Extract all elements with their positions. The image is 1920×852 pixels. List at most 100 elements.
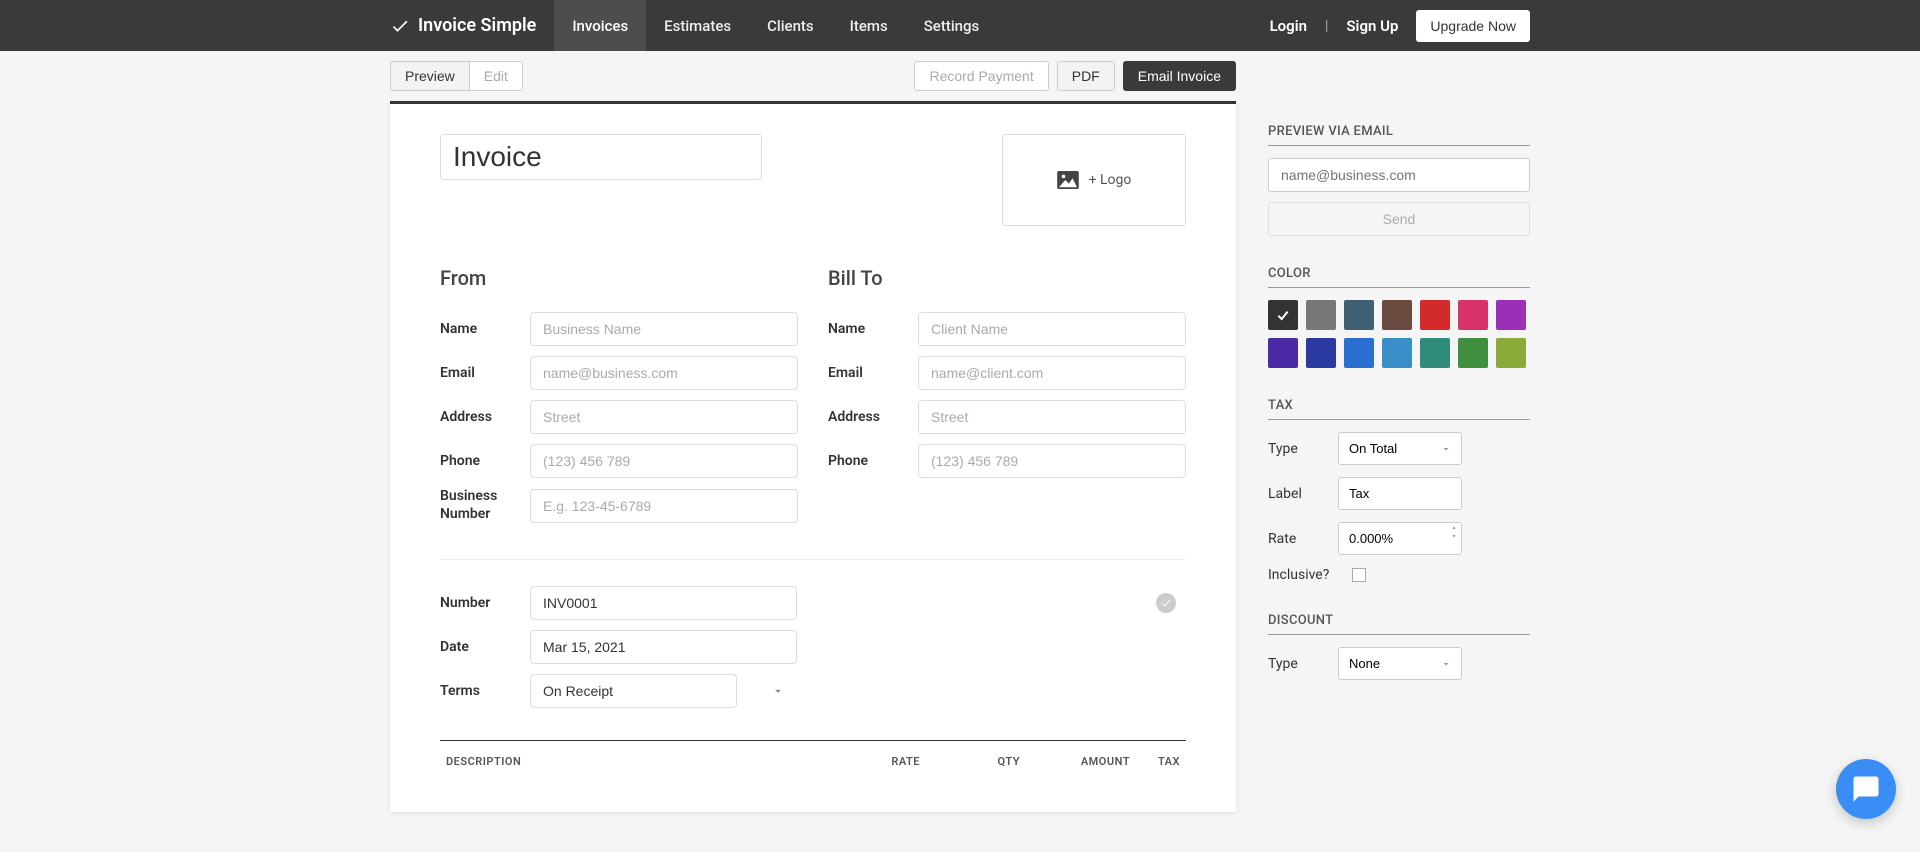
stepper-down-icon[interactable]: [1450, 532, 1458, 540]
top-nav: Invoice Simple Invoices Estimates Client…: [0, 0, 1920, 51]
to-email-input[interactable]: [918, 356, 1186, 390]
to-email-label: Email: [828, 365, 918, 381]
items-header-rate: RATE: [816, 751, 926, 772]
color-swatch[interactable]: [1268, 338, 1298, 368]
preview-button[interactable]: Preview: [390, 61, 470, 91]
color-swatch[interactable]: [1496, 300, 1526, 330]
color-swatch[interactable]: [1420, 300, 1450, 330]
email-invoice-button[interactable]: Email Invoice: [1123, 61, 1236, 91]
tax-type-select[interactable]: [1338, 432, 1462, 465]
color-swatch[interactable]: [1458, 338, 1488, 368]
upgrade-button[interactable]: Upgrade Now: [1416, 10, 1530, 42]
image-icon: [1057, 171, 1079, 189]
terms-select[interactable]: [530, 674, 737, 708]
nav-items[interactable]: Items: [832, 0, 906, 51]
items-header-tax: TAX: [1136, 751, 1186, 772]
items-header-amount: AMOUNT: [1026, 751, 1136, 772]
color-block: COLOR: [1268, 266, 1530, 368]
discount-block: DISCOUNT Type: [1268, 613, 1530, 680]
from-phone-input[interactable]: [530, 444, 798, 478]
to-address-label: Address: [828, 409, 918, 425]
tax-block: TAX Type Label Rate: [1268, 398, 1530, 583]
chevron-down-icon: [771, 684, 785, 698]
preview-email-input[interactable]: [1268, 158, 1530, 192]
to-name-input[interactable]: [918, 312, 1186, 346]
from-name-input[interactable]: [530, 312, 798, 346]
to-name-label: Name: [828, 321, 918, 337]
tax-type-label: Type: [1268, 441, 1338, 457]
items-header-qty: QTY: [926, 751, 1026, 772]
color-swatch[interactable]: [1496, 338, 1526, 368]
toolbar: Preview Edit Record Payment PDF Email In…: [390, 51, 1236, 101]
from-name-label: Name: [440, 321, 530, 337]
nav-clients[interactable]: Clients: [749, 0, 832, 51]
invoice-title-input[interactable]: [440, 134, 762, 180]
add-logo-button[interactable]: + Logo: [1002, 134, 1186, 226]
send-button[interactable]: Send: [1268, 202, 1530, 236]
preview-email-block: PREVIEW VIA EMAIL Send: [1268, 124, 1530, 236]
preview-email-heading: PREVIEW VIA EMAIL: [1268, 124, 1530, 146]
invoice-card: + Logo From Name Email Address: [390, 101, 1236, 812]
color-heading: COLOR: [1268, 266, 1530, 288]
color-swatch[interactable]: [1420, 338, 1450, 368]
from-section: From Name Email Address Phone: [440, 266, 798, 533]
login-link[interactable]: Login: [1270, 17, 1307, 35]
check-icon: [390, 16, 410, 36]
bill-to-section: Bill To Name Email Address Phone: [828, 266, 1186, 533]
color-swatch[interactable]: [1344, 300, 1374, 330]
color-swatch[interactable]: [1306, 338, 1336, 368]
check-icon: [1275, 307, 1291, 323]
from-biznum-input[interactable]: [530, 489, 798, 523]
signup-link[interactable]: Sign Up: [1346, 17, 1398, 35]
color-swatch[interactable]: [1344, 338, 1374, 368]
nav-settings[interactable]: Settings: [906, 0, 998, 51]
tax-label-input[interactable]: [1338, 477, 1462, 510]
from-phone-label: Phone: [440, 453, 530, 469]
number-input[interactable]: [530, 586, 797, 620]
to-phone-input[interactable]: [918, 444, 1186, 478]
color-swatch[interactable]: [1268, 300, 1298, 330]
tax-inclusive-checkbox[interactable]: [1352, 568, 1366, 582]
from-address-label: Address: [440, 409, 530, 425]
tax-rate-label: Rate: [1268, 531, 1338, 547]
to-address-input[interactable]: [918, 400, 1186, 434]
from-biznum-label: Business Number: [440, 488, 530, 523]
color-swatch[interactable]: [1382, 338, 1412, 368]
nav-invoices[interactable]: Invoices: [554, 0, 646, 51]
edit-button[interactable]: Edit: [470, 61, 523, 91]
chat-widget-button[interactable]: [1836, 759, 1896, 819]
color-swatch[interactable]: [1382, 300, 1412, 330]
nav-links: Invoices Estimates Clients Items Setting…: [554, 0, 997, 51]
number-check-icon: [1156, 593, 1176, 613]
color-swatch[interactable]: [1458, 300, 1488, 330]
tax-label-label: Label: [1268, 486, 1338, 502]
tax-rate-input[interactable]: [1338, 522, 1462, 555]
stepper-up-icon[interactable]: [1450, 524, 1458, 532]
chat-icon: [1851, 774, 1881, 804]
color-swatch[interactable]: [1306, 300, 1336, 330]
from-email-label: Email: [440, 365, 530, 381]
discount-heading: DISCOUNT: [1268, 613, 1530, 635]
date-label: Date: [440, 639, 530, 655]
brand-text: Invoice Simple: [418, 15, 536, 36]
brand[interactable]: Invoice Simple: [390, 15, 554, 36]
discount-type-select[interactable]: [1338, 647, 1462, 680]
pdf-button[interactable]: PDF: [1057, 61, 1115, 91]
date-input[interactable]: [530, 630, 797, 664]
record-payment-button[interactable]: Record Payment: [914, 61, 1048, 91]
from-email-input[interactable]: [530, 356, 798, 390]
tax-inclusive-label: Inclusive?: [1268, 567, 1352, 583]
discount-type-label: Type: [1268, 656, 1338, 672]
number-label: Number: [440, 595, 530, 611]
invoice-meta: Number Date Terms: [440, 586, 1186, 708]
add-logo-label: + Logo: [1089, 172, 1132, 188]
items-header: DESCRIPTION RATE QTY AMOUNT TAX: [440, 740, 1186, 772]
from-address-input[interactable]: [530, 400, 798, 434]
bill-to-heading: Bill To: [828, 266, 1186, 290]
to-phone-label: Phone: [828, 453, 918, 469]
nav-estimates[interactable]: Estimates: [646, 0, 749, 51]
color-swatches: [1268, 300, 1530, 368]
terms-label: Terms: [440, 683, 530, 699]
nav-separator: |: [1325, 18, 1328, 34]
from-heading: From: [440, 266, 798, 290]
